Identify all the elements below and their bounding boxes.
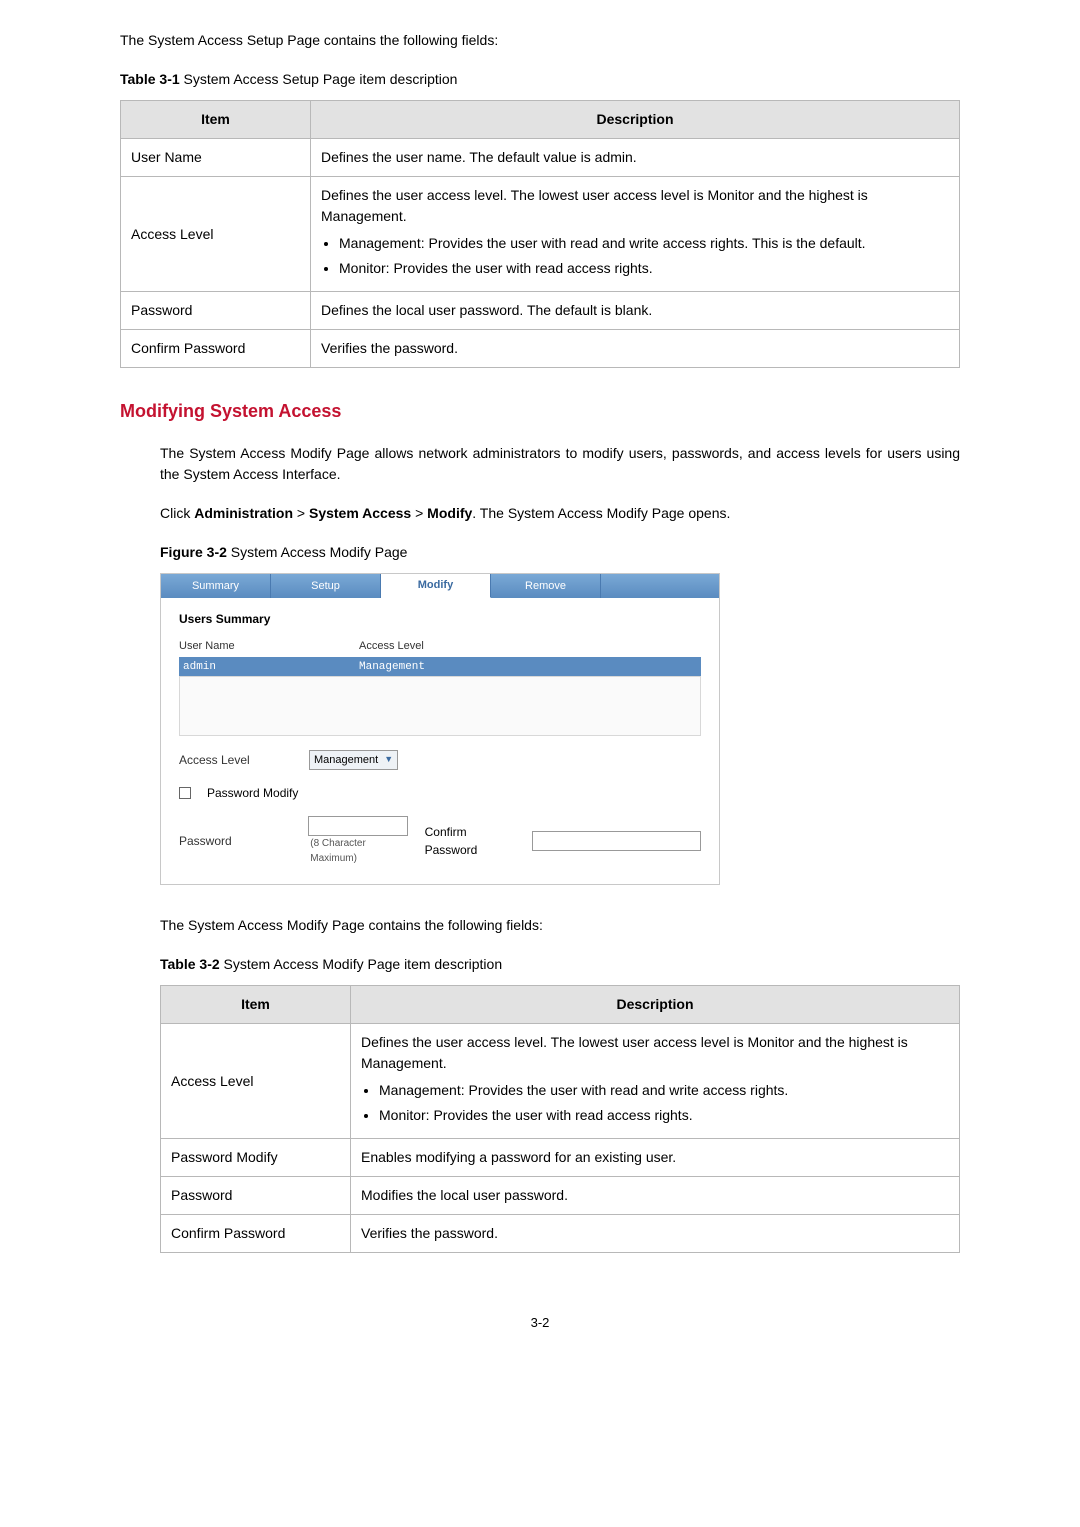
table-2: Item Description Access Level Defines th… — [160, 985, 960, 1253]
table1-header-item: Item — [121, 101, 311, 139]
table-cell-desc: Defines the local user password. The def… — [311, 292, 960, 330]
table-row: Confirm Password — [161, 1215, 351, 1253]
confirm-password-input[interactable] — [532, 831, 701, 851]
users-col-username: User Name — [179, 638, 359, 655]
password-input[interactable] — [308, 816, 408, 836]
label-confirm-password: Confirm Password — [425, 823, 522, 859]
table-row: Confirm Password — [121, 330, 311, 368]
figure-caption-num: Figure 3-2 — [160, 544, 227, 560]
users-summary-heading: Users Summary — [179, 610, 701, 628]
intro-text-1: The System Access Setup Page contains th… — [120, 30, 960, 51]
users-table-body[interactable] — [179, 676, 701, 736]
users-row-level: Management — [359, 659, 425, 676]
figure-screenshot: Summary Setup Modify Remove Users Summar… — [160, 573, 720, 885]
table1-caption: Table 3-1 System Access Setup Page item … — [120, 69, 960, 90]
table-row: Access Level — [121, 177, 311, 292]
table-cell-desc: Verifies the password. — [351, 1215, 960, 1253]
table-cell-desc: Enables modifying a password for an exis… — [351, 1139, 960, 1177]
section-para-1: The System Access Modify Page allows net… — [160, 443, 960, 485]
bullet-item: Management: Provides the user with read … — [339, 233, 949, 254]
section-heading: Modifying System Access — [120, 398, 960, 425]
table-cell-desc: Defines the user name. The default value… — [311, 139, 960, 177]
page-number: 3-2 — [120, 1313, 960, 1333]
nav-sep: > — [411, 505, 427, 521]
figure-caption-text: System Access Modify Page — [227, 544, 408, 560]
table-row: Password Modify — [161, 1139, 351, 1177]
table2-header-desc: Description — [351, 986, 960, 1024]
figure-caption: Figure 3-2 System Access Modify Page — [160, 542, 960, 563]
label-password-modify: Password Modify — [207, 784, 298, 802]
users-col-accesslevel: Access Level — [359, 638, 424, 655]
tab-fill — [601, 574, 719, 598]
bullet-item: Monitor: Provides the user with read acc… — [379, 1105, 949, 1126]
bullet-item: Monitor: Provides the user with read acc… — [339, 258, 949, 279]
table-1: Item Description User Name Defines the u… — [120, 100, 960, 368]
tabs-bar: Summary Setup Modify Remove — [161, 574, 719, 598]
desc-paragraph: Defines the user access level. The lowes… — [361, 1032, 949, 1074]
access-level-select-value: Management — [314, 752, 378, 769]
users-row-username: admin — [183, 659, 359, 676]
tab-setup[interactable]: Setup — [271, 574, 381, 598]
tab-remove[interactable]: Remove — [491, 574, 601, 598]
table-row: User Name — [121, 139, 311, 177]
table-row: Access Level — [161, 1024, 351, 1139]
nav-modify: Modify — [427, 505, 472, 521]
table-cell-desc: Defines the user access level. The lowes… — [311, 177, 960, 292]
nav-admin: Administration — [194, 505, 293, 521]
click-suffix: . The System Access Modify Page opens. — [472, 505, 730, 521]
click-instruction: Click Administration > System Access > M… — [160, 503, 960, 524]
table1-caption-text: System Access Setup Page item descriptio… — [180, 71, 458, 87]
users-row-selected[interactable]: admin Management — [179, 657, 701, 678]
table-cell-desc: Verifies the password. — [311, 330, 960, 368]
table2-caption: Table 3-2 System Access Modify Page item… — [160, 954, 960, 975]
table2-header-item: Item — [161, 986, 351, 1024]
chevron-down-icon: ▼ — [384, 753, 393, 767]
bullet-item: Management: Provides the user with read … — [379, 1080, 949, 1101]
table-row: Password — [121, 292, 311, 330]
access-level-select[interactable]: Management ▼ — [309, 750, 398, 770]
table-row: Password — [161, 1177, 351, 1215]
table-cell-desc: Defines the user access level. The lowes… — [351, 1024, 960, 1139]
table1-caption-num: Table 3-1 — [120, 71, 180, 87]
table2-caption-text: System Access Modify Page item descripti… — [220, 956, 502, 972]
click-prefix: Click — [160, 505, 194, 521]
nav-system-access: System Access — [309, 505, 411, 521]
table-cell-desc: Modifies the local user password. — [351, 1177, 960, 1215]
table1-header-desc: Description — [311, 101, 960, 139]
password-modify-checkbox[interactable] — [179, 787, 191, 799]
desc-paragraph: Defines the user access level. The lowes… — [321, 185, 949, 227]
tab-summary[interactable]: Summary — [161, 574, 271, 598]
intro-text-2: The System Access Modify Page contains t… — [160, 915, 960, 936]
tab-modify[interactable]: Modify — [381, 574, 491, 598]
table2-caption-num: Table 3-2 — [160, 956, 220, 972]
password-maxchar-note: (8 Character Maximum) — [310, 836, 414, 866]
label-password: Password — [179, 832, 298, 850]
label-access-level: Access Level — [179, 751, 299, 769]
nav-sep: > — [293, 505, 309, 521]
users-table: User Name Access Level admin Management — [179, 636, 701, 736]
